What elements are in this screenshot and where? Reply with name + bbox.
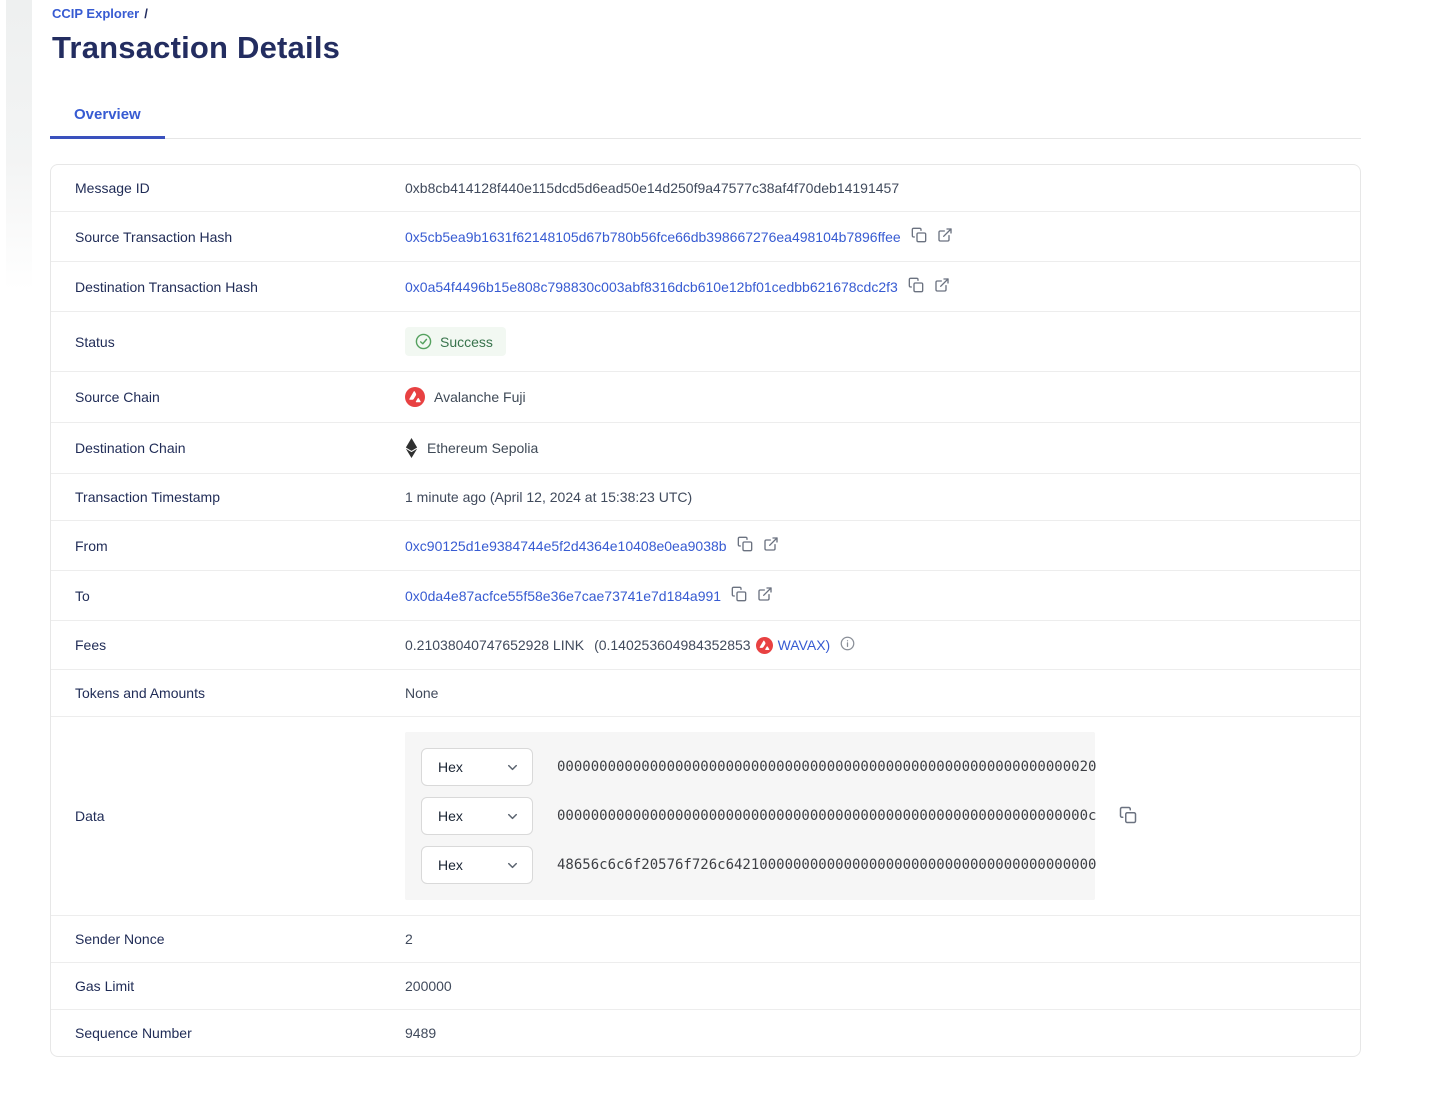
check-circle-icon bbox=[415, 333, 432, 350]
external-link-icon bbox=[763, 536, 779, 555]
external-link-button[interactable] bbox=[937, 227, 953, 246]
row-status: Status Success bbox=[51, 312, 1360, 372]
chevron-down-icon bbox=[505, 760, 520, 775]
message-id-value: 0xb8cb414128f440e115dcd5d6ead50e14d250f9… bbox=[405, 180, 899, 196]
transaction-details-card: Message ID 0xb8cb414128f440e115dcd5d6ead… bbox=[50, 164, 1361, 1057]
field-label: Tokens and Amounts bbox=[75, 685, 405, 701]
field-label: Status bbox=[75, 334, 405, 350]
main-content: CCIP Explorer / Transaction Details Overv… bbox=[50, 6, 1361, 1057]
field-label: Destination Transaction Hash bbox=[75, 279, 405, 295]
copy-button[interactable] bbox=[737, 536, 753, 555]
source-tx-hash-link[interactable]: 0x5cb5ea9b1631f62148105d67b780b56fce66db… bbox=[405, 229, 901, 245]
wavax-token-link[interactable]: WAVAX) bbox=[778, 637, 831, 653]
avalanche-icon bbox=[756, 637, 773, 654]
data-hex-line: Hex 000000000000000000000000000000000000… bbox=[421, 797, 1079, 835]
row-sequence-number: Sequence Number 9489 bbox=[51, 1010, 1360, 1056]
external-link-icon bbox=[934, 277, 950, 296]
ethereum-icon bbox=[405, 438, 418, 458]
row-gas-limit: Gas Limit 200000 bbox=[51, 963, 1360, 1010]
breadcrumb: CCIP Explorer / bbox=[50, 6, 1361, 21]
external-link-button[interactable] bbox=[934, 277, 950, 296]
chevron-down-icon bbox=[505, 858, 520, 873]
external-link-button[interactable] bbox=[757, 586, 773, 605]
field-label: Source Transaction Hash bbox=[75, 229, 405, 245]
field-label: Transaction Timestamp bbox=[75, 489, 405, 505]
row-fees: Fees 0.21038040747652928 LINK (0.1402536… bbox=[51, 621, 1360, 670]
source-chain-name: Avalanche Fuji bbox=[434, 389, 526, 405]
external-link-icon bbox=[937, 227, 953, 246]
data-format-select-value: Hex bbox=[438, 857, 463, 873]
tab-bar: Overview bbox=[50, 106, 1361, 139]
tokens-and-amounts-value: None bbox=[405, 685, 438, 701]
avalanche-icon bbox=[405, 387, 425, 407]
field-label: Fees bbox=[75, 637, 405, 653]
breadcrumb-ccip-explorer-link[interactable]: CCIP Explorer bbox=[52, 6, 139, 21]
from-address-link[interactable]: 0xc90125d1e9384744e5f2d4364e10408e0ea903… bbox=[405, 538, 727, 554]
data-hex-value: 0000000000000000000000000000000000000000… bbox=[557, 759, 1096, 775]
copy-button[interactable] bbox=[908, 277, 924, 296]
info-icon bbox=[840, 636, 855, 654]
data-hex-line: Hex 000000000000000000000000000000000000… bbox=[421, 748, 1079, 786]
chevron-down-icon bbox=[505, 809, 520, 824]
copy-button[interactable] bbox=[731, 586, 747, 605]
copy-icon bbox=[908, 277, 924, 296]
to-address-link[interactable]: 0x0da4e87acfce55f58e36e7cae73741e7d184a9… bbox=[405, 588, 721, 604]
destination-chain-name: Ethereum Sepolia bbox=[427, 440, 538, 456]
fees-info-button[interactable] bbox=[840, 636, 855, 654]
data-hex-box: Hex 000000000000000000000000000000000000… bbox=[405, 732, 1095, 900]
field-label: From bbox=[75, 538, 405, 554]
copy-icon bbox=[1119, 806, 1137, 827]
data-format-select[interactable]: Hex bbox=[421, 846, 533, 884]
copy-icon bbox=[731, 586, 747, 605]
row-source-chain: Source Chain Avalanche Fuji bbox=[51, 372, 1360, 423]
field-label: Sequence Number bbox=[75, 1025, 405, 1041]
status-badge-label: Success bbox=[440, 334, 493, 350]
field-label: Gas Limit bbox=[75, 978, 405, 994]
data-hex-line: Hex 48656c6c6f20576f726c6421000000000000… bbox=[421, 846, 1079, 884]
row-tokens-and-amounts: Tokens and Amounts None bbox=[51, 670, 1360, 717]
row-message-id: Message ID 0xb8cb414128f440e115dcd5d6ead… bbox=[51, 165, 1360, 212]
row-transaction-timestamp: Transaction Timestamp 1 minute ago (Apri… bbox=[51, 474, 1360, 521]
row-from: From 0xc90125d1e9384744e5f2d4364e10408e0… bbox=[51, 521, 1360, 571]
copy-button[interactable] bbox=[911, 227, 927, 246]
row-sender-nonce: Sender Nonce 2 bbox=[51, 916, 1360, 963]
breadcrumb-separator: / bbox=[144, 6, 148, 21]
row-destination-chain: Destination Chain Ethereum Sepolia bbox=[51, 423, 1360, 474]
field-label: Source Chain bbox=[75, 389, 405, 405]
field-label: Sender Nonce bbox=[75, 931, 405, 947]
external-link-button[interactable] bbox=[763, 536, 779, 555]
row-destination-tx-hash: Destination Transaction Hash 0x0a54f4496… bbox=[51, 262, 1360, 312]
field-label: To bbox=[75, 588, 405, 604]
data-hex-value: 48656c6c6f20576f726c64210000000000000000… bbox=[557, 857, 1096, 873]
row-data: Data Hex 0000000000000000000000000000000… bbox=[51, 717, 1360, 916]
data-copy-button[interactable] bbox=[1119, 806, 1137, 827]
row-source-tx-hash: Source Transaction Hash 0x5cb5ea9b1631f6… bbox=[51, 212, 1360, 262]
status-badge: Success bbox=[405, 327, 506, 356]
data-format-select[interactable]: Hex bbox=[421, 748, 533, 786]
copy-icon bbox=[737, 536, 753, 555]
data-format-select-value: Hex bbox=[438, 759, 463, 775]
field-label: Data bbox=[75, 808, 405, 824]
sender-nonce-value: 2 bbox=[405, 931, 413, 947]
copy-icon bbox=[911, 227, 927, 246]
tab-overview[interactable]: Overview bbox=[50, 106, 165, 139]
transaction-timestamp-value: 1 minute ago (April 12, 2024 at 15:38:23… bbox=[405, 489, 692, 505]
field-label: Message ID bbox=[75, 180, 405, 196]
destination-tx-hash-link[interactable]: 0x0a54f4496b15e808c798830c003abf8316dcb6… bbox=[405, 279, 898, 295]
data-format-select-value: Hex bbox=[438, 808, 463, 824]
data-hex-value: 0000000000000000000000000000000000000000… bbox=[557, 808, 1096, 824]
external-link-icon bbox=[757, 586, 773, 605]
page-edge-shade bbox=[6, 0, 32, 290]
page-title: Transaction Details bbox=[50, 30, 1361, 66]
sequence-number-value: 9489 bbox=[405, 1025, 436, 1041]
fees-converted-amount: (0.140253604984352853 bbox=[594, 637, 751, 653]
fees-link-amount: 0.21038040747652928 LINK bbox=[405, 637, 584, 653]
row-to: To 0x0da4e87acfce55f58e36e7cae73741e7d18… bbox=[51, 571, 1360, 621]
data-format-select[interactable]: Hex bbox=[421, 797, 533, 835]
gas-limit-value: 200000 bbox=[405, 978, 452, 994]
field-label: Destination Chain bbox=[75, 440, 405, 456]
